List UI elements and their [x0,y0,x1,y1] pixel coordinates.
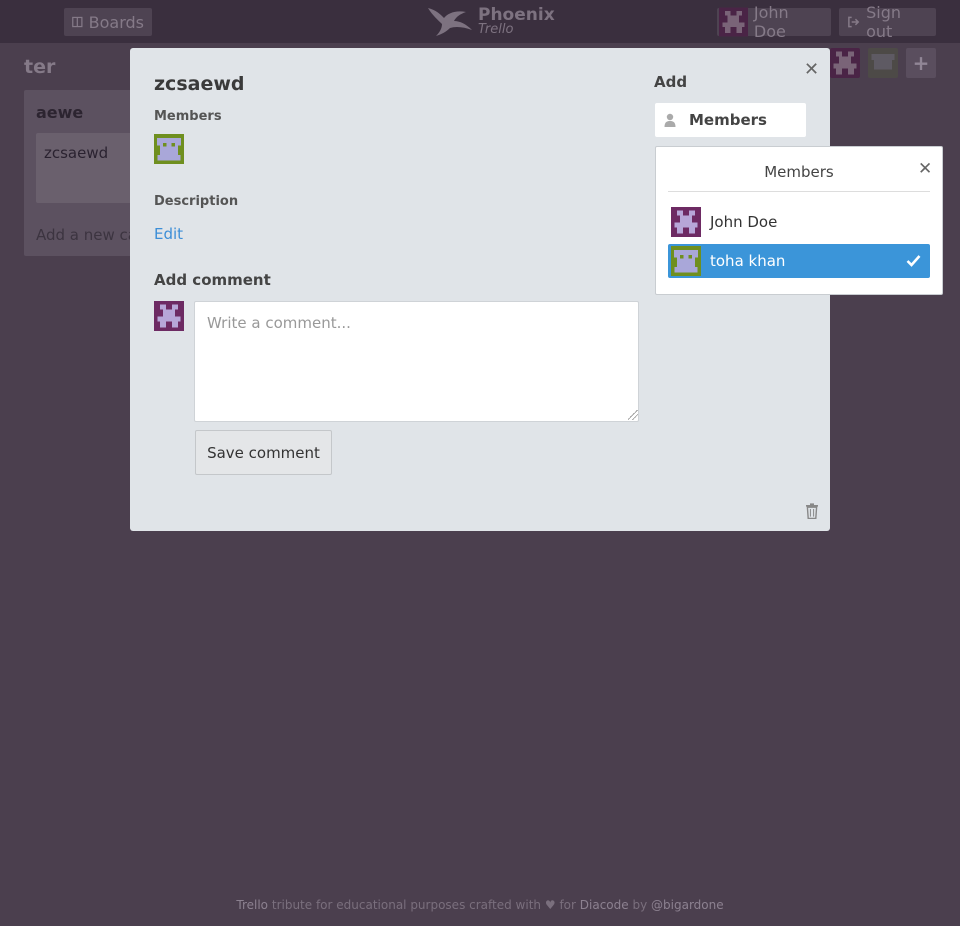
card-title: zcsaewd [154,73,245,95]
footer-company-link[interactable]: Diacode [580,898,629,912]
footer-brand-link[interactable]: Trello [236,898,268,912]
member-avatar [671,207,701,237]
close-modal-icon[interactable]: ✕ [804,59,819,80]
sign-out-icon [848,16,860,28]
commenter-avatar [154,301,184,331]
heart-icon: ♥ [544,898,556,912]
card-member-avatar[interactable] [154,134,184,164]
boards-button[interactable]: Boards [64,8,152,36]
current-user-button[interactable]: John Doe [717,3,831,41]
close-popover-icon[interactable]: ✕ [918,159,932,179]
board-member-avatar[interactable] [830,48,860,78]
member-name: John Doe [710,213,778,231]
comment-input[interactable] [194,301,639,422]
footer-text: tribute for educational purposes crafted… [271,898,542,912]
footer: Trello tribute for educational purposes … [0,898,960,912]
user-avatar [719,7,748,37]
save-comment-button[interactable]: Save comment [195,430,332,475]
popover-title: Members [764,163,834,181]
footer-text-for: for [559,898,576,912]
add-members-button[interactable]: Members [655,103,806,137]
phoenix-trello-logo[interactable]: Phoenix Trello [426,4,555,38]
members-heading: Members [154,109,222,124]
logo-text-trello: Trello [478,22,514,37]
add-board-member-button[interactable]: + [906,48,936,78]
footer-text-by: by [632,898,648,912]
trash-icon[interactable] [805,503,819,519]
add-comment-heading: Add comment [154,271,271,289]
description-heading: Description [154,194,239,209]
sign-out-button[interactable]: Sign out [839,3,936,41]
sign-out-label: Sign out [866,3,901,41]
boards-label: Boards [88,12,144,32]
add-members-label: Members [689,111,767,129]
edit-description-link[interactable]: Edit [154,225,183,243]
check-icon [906,255,921,267]
plus-icon: + [912,51,930,75]
footer-author-link[interactable]: @bigardone [651,898,724,912]
resize-handle-icon[interactable] [628,410,638,420]
member-name: toha khan [710,252,786,270]
add-section-heading: Add [654,73,688,91]
popover-divider [668,191,930,192]
board-title: ter [24,56,56,78]
user-name: John Doe [753,3,789,41]
member-option-john-doe[interactable]: John Doe [668,205,930,239]
list-title: aewe [36,103,84,122]
list-card-title: zcsaewd [44,144,109,162]
member-avatar [671,246,701,276]
board-member-avatar[interactable] [868,48,898,78]
member-option-toha-khan[interactable]: toha khan [668,244,930,278]
top-navbar: Boards Phoenix Trello John Doe Sign out [0,0,960,43]
user-icon [664,113,676,127]
phoenix-bird-icon [428,8,472,36]
columns-icon [72,16,83,28]
members-popover: Members ✕ John Doe toha khan [655,146,943,295]
